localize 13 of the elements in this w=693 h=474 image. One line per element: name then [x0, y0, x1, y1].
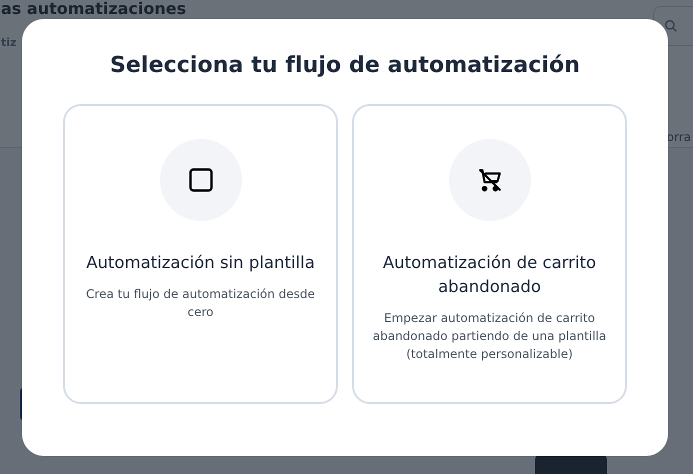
- modal-title: Selecciona tu flujo de automatización: [110, 53, 580, 78]
- card-title: Automatización de carrito abandonado: [382, 252, 598, 298]
- search-icon: [664, 19, 678, 33]
- page-subtitle: tiz: [1, 36, 18, 49]
- card-description: Empezar automatización de carrito abandonado partiendo de una plantilla (totalmente personalizable): [372, 310, 608, 363]
- card-description: Crea tu flujo de automatización desde cero: [85, 286, 316, 321]
- page-title: as automatizaciones: [1, 0, 186, 18]
- action-button[interactable]: [535, 454, 607, 474]
- square-icon: [188, 168, 212, 192]
- option-card[interactable]: Automatización de carrito abandonado Empezar automatización de carrito abandonado partiendo de una plantilla (totalmente personalizable): [352, 104, 627, 404]
- option-card[interactable]: Automatización sin plantilla Crea tu flujo de automatización desde cero: [63, 104, 338, 404]
- card-title: Automatización sin plantilla: [86, 252, 315, 274]
- cart-off-icon: [476, 167, 502, 193]
